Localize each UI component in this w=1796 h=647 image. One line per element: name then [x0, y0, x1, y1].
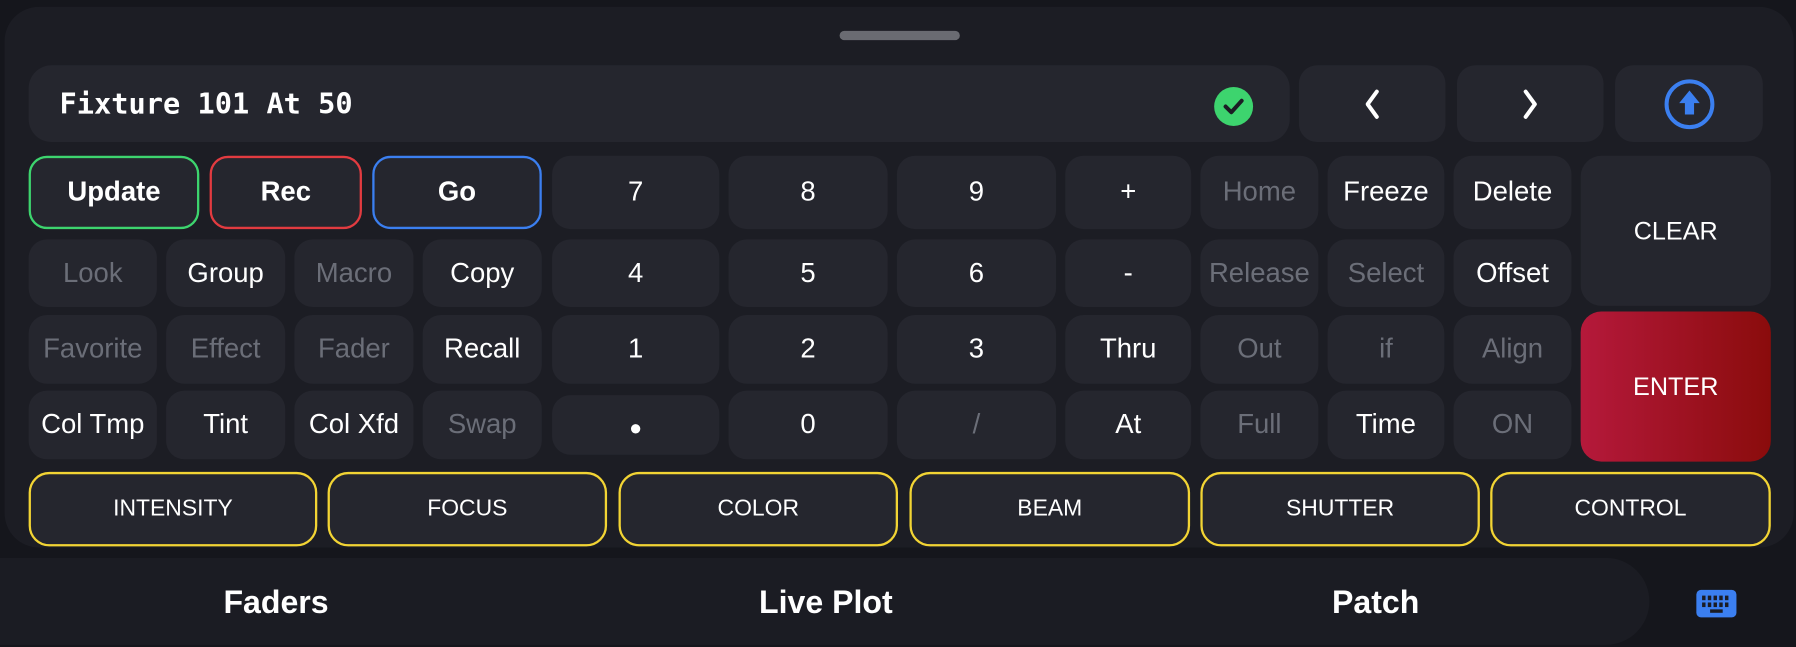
group-button[interactable]: Group [166, 239, 286, 307]
chevron-left-icon [1365, 89, 1379, 119]
previous-button[interactable] [1298, 65, 1446, 143]
key-6[interactable]: 6 [896, 239, 1057, 307]
arrow-up-circle-icon [1663, 78, 1714, 129]
key-8[interactable]: 8 [728, 155, 888, 230]
tab-faders[interactable]: Faders [104, 558, 448, 645]
clear-button[interactable]: CLEAR [1580, 155, 1771, 306]
tab-live-plot[interactable]: Live Plot [654, 558, 998, 645]
command-line-text: Fixture 101 At 50 [59, 87, 353, 121]
tab-patch[interactable]: Patch [1204, 558, 1548, 645]
swap-button[interactable]: Swap [422, 390, 542, 460]
col-xfd-button[interactable]: Col Xfd [294, 390, 414, 460]
align-button[interactable]: Align [1453, 314, 1572, 384]
key-7[interactable]: 7 [552, 155, 720, 230]
category-color[interactable]: COLOR [618, 471, 899, 547]
rec-button[interactable]: Rec [209, 155, 362, 230]
out-button[interactable]: Out [1200, 314, 1319, 384]
chevron-right-icon [1523, 89, 1537, 119]
key-2[interactable]: 2 [728, 314, 888, 384]
keyboard-icon[interactable] [1696, 589, 1737, 618]
fader-button[interactable]: Fader [294, 314, 414, 384]
check-circle-icon [1214, 87, 1254, 126]
category-control[interactable]: CONTROL [1490, 471, 1771, 547]
key-plus[interactable]: + [1065, 155, 1192, 230]
key-minus[interactable]: - [1065, 239, 1192, 307]
key-9[interactable]: 9 [896, 155, 1057, 230]
full-button[interactable]: Full [1200, 390, 1319, 460]
freeze-button[interactable]: Freeze [1327, 155, 1445, 230]
next-button[interactable] [1456, 65, 1604, 143]
home-button[interactable]: Home [1200, 155, 1319, 230]
look-button[interactable]: Look [28, 239, 157, 307]
key-3[interactable]: 3 [896, 314, 1057, 384]
key-dot[interactable]: • [552, 395, 720, 455]
category-focus[interactable]: FOCUS [327, 471, 608, 547]
select-button[interactable]: Select [1327, 239, 1445, 307]
recall-button[interactable]: Recall [422, 314, 542, 384]
category-beam[interactable]: BEAM [909, 471, 1191, 547]
key-4[interactable]: 4 [552, 239, 720, 307]
release-button[interactable]: Release [1200, 239, 1319, 307]
delete-button[interactable]: Delete [1453, 155, 1572, 230]
macro-button[interactable]: Macro [294, 239, 414, 307]
key-5[interactable]: 5 [728, 239, 888, 307]
on-button[interactable]: ON [1453, 390, 1572, 460]
time-button[interactable]: Time [1327, 390, 1445, 460]
update-button[interactable]: Update [28, 155, 200, 230]
enter-button[interactable]: ENTER [1580, 311, 1771, 462]
go-button[interactable]: Go [372, 155, 542, 230]
drag-handle[interactable] [839, 30, 960, 41]
category-shutter[interactable]: SHUTTER [1200, 471, 1480, 547]
command-line-input[interactable]: Fixture 101 At 50 [28, 65, 1290, 143]
key-0[interactable]: 0 [728, 390, 888, 460]
copy-button[interactable]: Copy [422, 239, 542, 307]
effect-button[interactable]: Effect [166, 314, 286, 384]
category-intensity[interactable]: INTENSITY [28, 471, 318, 547]
favorite-button[interactable]: Favorite [28, 314, 157, 384]
key-1[interactable]: 1 [552, 314, 720, 384]
key-slash[interactable]: / [896, 390, 1057, 460]
at-button[interactable]: At [1065, 390, 1192, 460]
if-button[interactable]: if [1327, 314, 1445, 384]
upload-button[interactable] [1615, 65, 1763, 143]
tint-button[interactable]: Tint [166, 390, 286, 460]
offset-button[interactable]: Offset [1453, 239, 1572, 307]
thru-button[interactable]: Thru [1065, 314, 1192, 384]
col-tmp-button[interactable]: Col Tmp [28, 390, 157, 460]
